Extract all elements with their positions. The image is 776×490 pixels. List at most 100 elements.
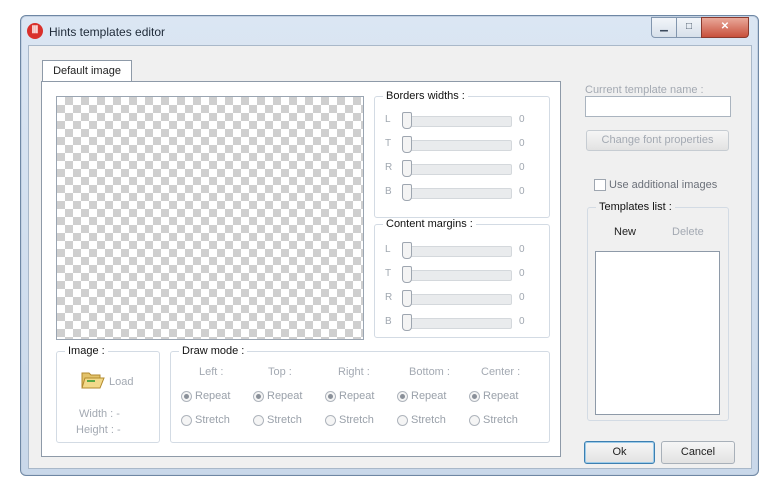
slider-label: R — [385, 292, 393, 303]
ok-button[interactable]: Ok — [584, 441, 655, 464]
radio-button[interactable] — [469, 391, 480, 402]
templates-list-title: Templates list : — [596, 201, 675, 213]
slider-thumb[interactable] — [402, 314, 412, 331]
radio-label: Repeat — [267, 390, 303, 402]
close-button[interactable]: ✕ — [701, 17, 749, 38]
radio-button[interactable] — [325, 391, 336, 402]
radio-label: Stretch — [339, 414, 374, 426]
draw-mode-group: Draw mode : Left : Top : Right : Bottom … — [170, 345, 550, 443]
radio-button[interactable] — [181, 415, 192, 426]
content-margins-group: Content margins : L 0 T 0 R 0 B 0 — [374, 218, 550, 338]
margin-left-slider[interactable]: L 0 — [385, 242, 535, 259]
slider-label: B — [385, 316, 392, 327]
title-bar[interactable]: Ⅲ Hints templates editor ▁ □ ✕ — [21, 16, 758, 46]
slider-thumb[interactable] — [402, 112, 412, 129]
slider-thumb[interactable] — [402, 242, 412, 259]
slider-track — [403, 164, 512, 175]
slider-track — [403, 140, 512, 151]
slider-label: B — [385, 186, 392, 197]
slider-label: L — [385, 244, 391, 255]
slider-track — [403, 294, 512, 305]
slider-value: 0 — [519, 114, 525, 125]
delete-template-button[interactable]: Delete — [672, 226, 704, 238]
maximize-button[interactable]: □ — [676, 17, 702, 38]
radio-label: Repeat — [195, 390, 231, 402]
slider-track — [403, 270, 512, 281]
slider-value: 0 — [519, 162, 525, 173]
minimize-button[interactable]: ▁ — [651, 17, 677, 38]
window-title: Hints templates editor — [49, 25, 166, 39]
slider-value: 0 — [519, 268, 525, 279]
image-group: Image : Load Width : - Height : - — [56, 345, 160, 443]
slider-value: 0 — [519, 186, 525, 197]
slider-thumb[interactable] — [402, 160, 412, 177]
radio-button[interactable] — [253, 415, 264, 426]
radio-label: Stretch — [483, 414, 518, 426]
template-name-input[interactable] — [585, 96, 731, 117]
border-top-slider[interactable]: T 0 — [385, 136, 535, 153]
width-label: Width : — [79, 408, 114, 420]
slider-label: T — [385, 268, 392, 279]
draw-mode-title: Draw mode : — [179, 345, 248, 357]
content-margins-title: Content margins : — [383, 218, 476, 230]
templates-listbox[interactable] — [595, 251, 720, 415]
template-name-label: Current template name : — [585, 84, 704, 96]
radio-label: Repeat — [483, 390, 519, 402]
radio-label: Repeat — [339, 390, 375, 402]
slider-label: R — [385, 162, 393, 173]
slider-thumb[interactable] — [402, 136, 412, 153]
app-icon: Ⅲ — [27, 23, 43, 39]
slider-thumb[interactable] — [402, 266, 412, 283]
draw-mode-right-label: Right : — [338, 366, 370, 378]
slider-track — [403, 116, 512, 127]
image-height-label: Height : - — [76, 424, 121, 436]
radio-button[interactable] — [253, 391, 264, 402]
load-button[interactable]: Load — [81, 369, 151, 393]
use-additional-images-label: Use additional images — [609, 179, 718, 191]
border-left-slider[interactable]: L 0 — [385, 112, 535, 129]
image-preview — [56, 96, 364, 340]
slider-thumb[interactable] — [402, 290, 412, 307]
use-additional-images-checkbox[interactable] — [594, 179, 606, 191]
tab-panel: Borders widths : L 0 T 0 R 0 B 0 Content… — [41, 81, 561, 457]
tab-default-image[interactable]: Default image — [42, 60, 132, 81]
draw-mode-bottom-label: Bottom : — [409, 366, 450, 378]
image-width-label: Width : - — [79, 408, 120, 420]
border-bottom-slider[interactable]: B 0 — [385, 184, 535, 201]
close-icon: ✕ — [720, 21, 730, 32]
height-value: - — [116, 424, 121, 436]
draw-mode-center-label: Center : — [481, 366, 521, 378]
radio-label: Stretch — [267, 414, 302, 426]
radio-button[interactable] — [325, 415, 336, 426]
radio-label: Repeat — [411, 390, 447, 402]
borders-widths-title: Borders widths : — [383, 90, 468, 102]
slider-thumb[interactable] — [402, 184, 412, 201]
draw-mode-top-label: Top : — [268, 366, 292, 378]
cancel-button[interactable]: Cancel — [661, 441, 735, 464]
slider-value: 0 — [519, 244, 525, 255]
height-label: Height : — [76, 424, 114, 436]
margin-top-slider[interactable]: T 0 — [385, 266, 535, 283]
width-value: - — [116, 408, 120, 420]
radio-button[interactable] — [469, 415, 480, 426]
slider-track — [403, 188, 512, 199]
radio-button[interactable] — [397, 391, 408, 402]
image-group-title: Image : — [65, 345, 108, 357]
margin-bottom-slider[interactable]: B 0 — [385, 314, 535, 331]
slider-value: 0 — [519, 316, 525, 327]
dialog-client-area: Default image Borders widths : L 0 T 0 R… — [28, 45, 752, 469]
borders-widths-group: Borders widths : L 0 T 0 R 0 B 0 — [374, 90, 550, 218]
margin-right-slider[interactable]: R 0 — [385, 290, 535, 307]
new-template-button[interactable]: New — [614, 226, 636, 238]
radio-button[interactable] — [397, 415, 408, 426]
radio-button[interactable] — [181, 391, 192, 402]
change-font-button[interactable]: Change font properties — [586, 130, 729, 151]
load-label: Load — [109, 376, 134, 388]
dialog-window: Ⅲ Hints templates editor ▁ □ ✕ Default i… — [20, 15, 759, 476]
slider-label: L — [385, 114, 391, 125]
slider-value: 0 — [519, 292, 525, 303]
maximize-icon: □ — [685, 21, 693, 32]
slider-label: T — [385, 138, 392, 149]
border-right-slider[interactable]: R 0 — [385, 160, 535, 177]
folder-open-icon — [81, 372, 105, 389]
